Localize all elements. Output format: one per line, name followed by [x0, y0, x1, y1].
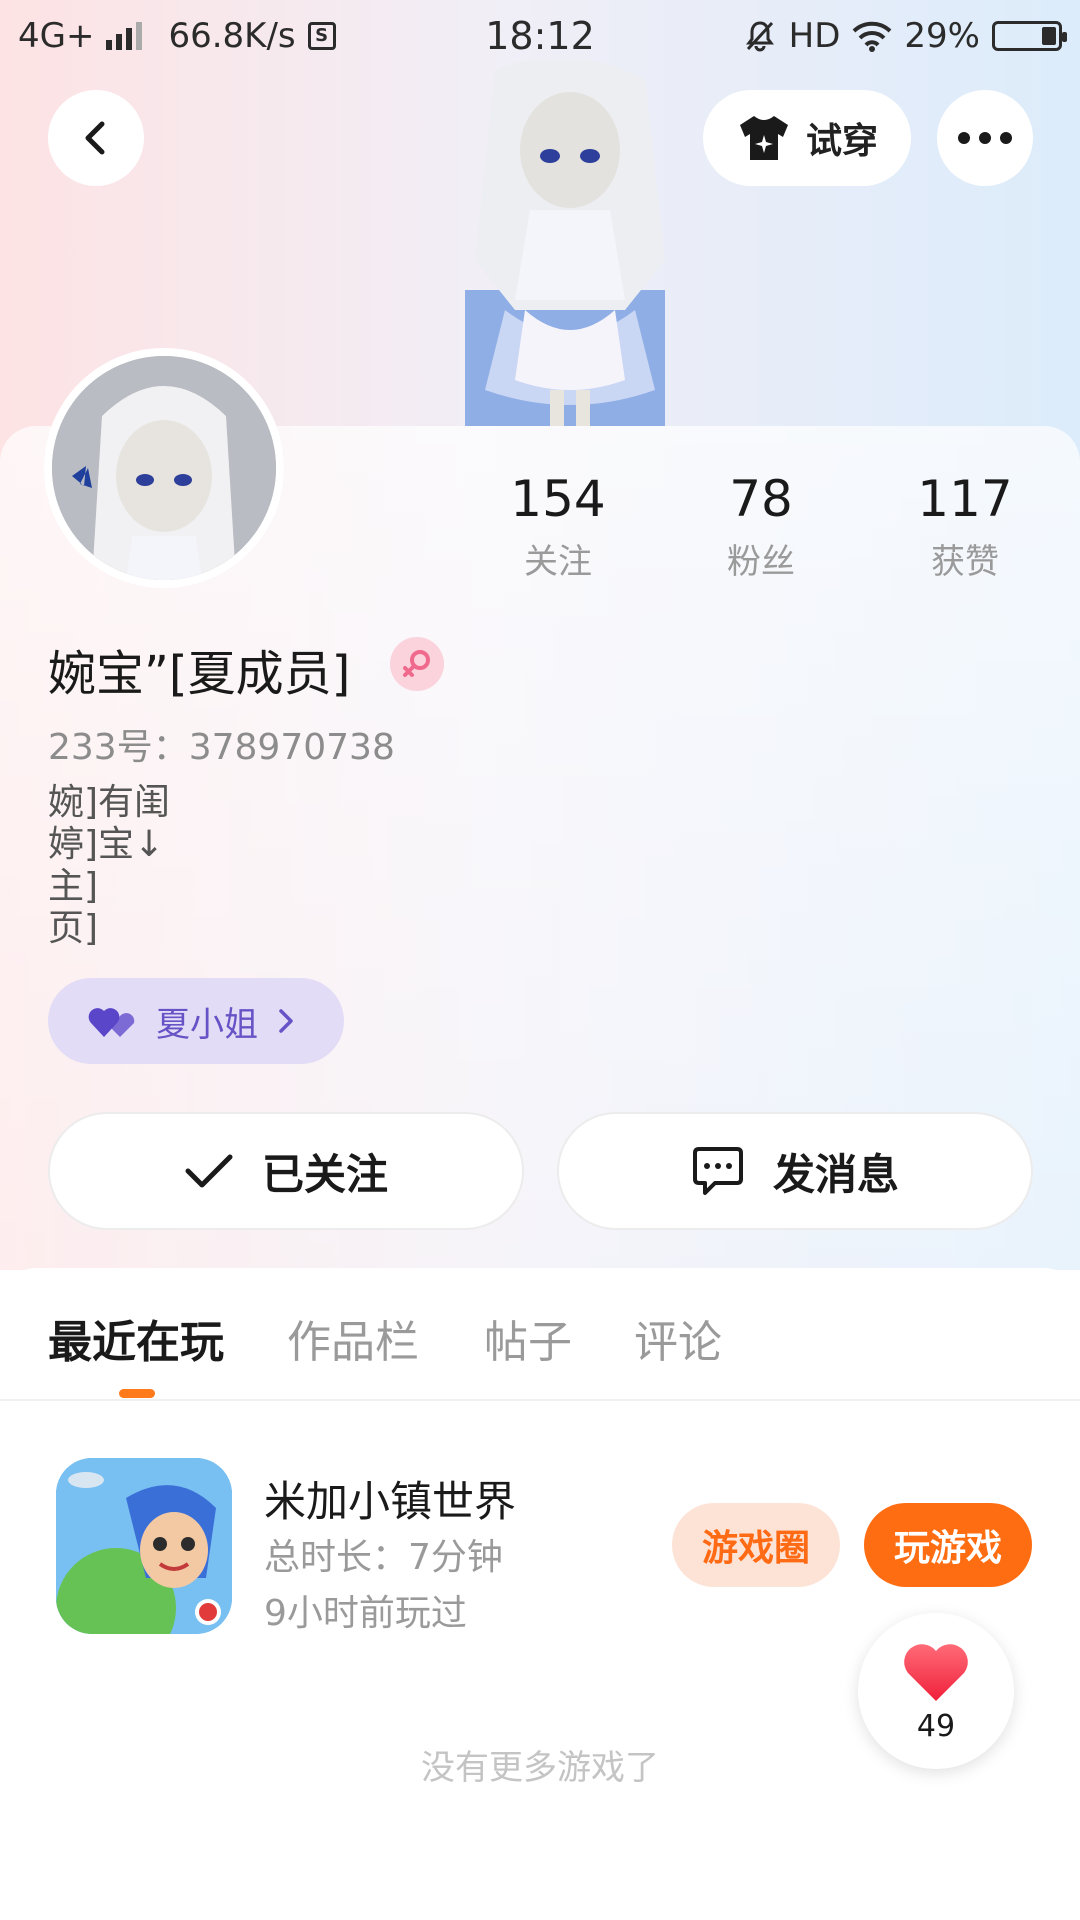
no-more-games-text: 没有更多游戏了	[421, 1748, 659, 1788]
following-stat[interactable]: 154 关注	[478, 470, 638, 583]
relationship-tag[interactable]: 夏小姐	[48, 978, 344, 1064]
tab-divider	[0, 1399, 1080, 1401]
send-message-label: 发消息	[772, 1149, 899, 1199]
following-count: 154	[510, 470, 606, 528]
more-button[interactable]	[937, 90, 1033, 186]
bio: 婉]有闺 婷]宝↓ 主] 页]	[48, 782, 170, 950]
more-dots-icon	[958, 132, 1012, 144]
bio-line: 页]	[48, 908, 99, 949]
shirt-sparkle-icon	[739, 116, 788, 160]
like-count: 49	[916, 1709, 956, 1744]
heart-icon	[904, 1644, 968, 1701]
back-arrow-icon	[85, 121, 105, 155]
checkmark-icon	[185, 1154, 233, 1188]
bio-line: 婉]有闺	[48, 782, 171, 823]
battery-percent: 29%	[904, 16, 980, 56]
fans-label: 粉丝	[727, 542, 795, 582]
battery-icon	[992, 21, 1067, 51]
following-label: 关注	[524, 542, 592, 582]
game-icon[interactable]	[56, 1458, 232, 1634]
chat-bubble-icon	[692, 1147, 743, 1195]
following-button[interactable]: 已关注	[48, 1112, 524, 1230]
likes-stat[interactable]: 117 获赞	[885, 470, 1045, 583]
mute-bell-icon	[745, 21, 774, 52]
avatar[interactable]	[52, 356, 276, 580]
try-on-button[interactable]: 试穿	[703, 90, 911, 186]
chevron-right-icon	[279, 1009, 293, 1033]
tab-bar: 最近在玩 作品栏 帖子 评论	[0, 1306, 1080, 1402]
user-id: 233号：378970738	[48, 727, 395, 768]
avatar-image	[52, 356, 276, 580]
double-heart-icon	[88, 1008, 135, 1037]
active-tab-indicator	[119, 1389, 155, 1398]
tab-recently-played[interactable]: 最近在玩	[48, 1306, 224, 1370]
tab-comments[interactable]: 评论	[634, 1306, 722, 1370]
fans-stat[interactable]: 78 粉丝	[681, 470, 841, 583]
likes-label: 获赞	[931, 542, 999, 582]
game-last-played: 9小时前玩过	[264, 1593, 467, 1634]
character-figure[interactable]	[455, 60, 685, 426]
following-button-label: 已关注	[261, 1149, 388, 1199]
hd-indicator: HD	[788, 16, 841, 56]
try-on-label: 试穿	[805, 121, 878, 162]
wifi-icon	[853, 21, 892, 52]
game-duration: 总时长：7分钟	[264, 1537, 503, 1578]
fans-count: 78	[729, 470, 793, 528]
game-circle-button[interactable]: 游戏圈	[672, 1503, 840, 1587]
send-message-button[interactable]: 发消息	[557, 1112, 1033, 1230]
tab-works[interactable]: 作品栏	[287, 1306, 419, 1370]
bio-line: 主]	[48, 866, 99, 907]
tab-posts[interactable]: 帖子	[484, 1306, 572, 1370]
likes-count: 117	[917, 470, 1013, 528]
tag-label: 夏小姐	[156, 1004, 258, 1045]
bio-line: 婷]宝↓	[48, 824, 165, 865]
female-gender-icon	[390, 637, 444, 691]
play-game-button[interactable]: 玩游戏	[864, 1503, 1032, 1587]
username: 婉宝”[夏成员]	[48, 646, 351, 702]
back-button[interactable]	[48, 90, 144, 186]
game-name: 米加小镇世界	[264, 1477, 517, 1526]
